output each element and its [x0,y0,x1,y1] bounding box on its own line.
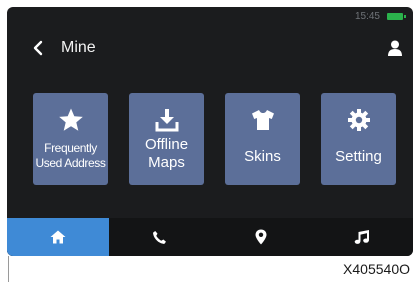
tile-label: Frequently Used Address [36,141,106,171]
music-note-icon [354,230,370,244]
download-icon [155,107,179,133]
chevron-left-icon [33,40,43,56]
page-header: Mine [27,37,96,59]
tshirt-icon [251,107,275,133]
tile-label: Skins [244,148,281,165]
frame-divider [8,256,9,282]
page-title: Mine [61,39,96,56]
home-icon [50,230,66,244]
tile-label-line1: Frequently [44,141,97,155]
gear-icon [347,107,371,133]
nav-phone[interactable] [109,218,211,256]
menu-tiles: Frequently Used Address Offline Maps Ski… [33,93,396,185]
skins-tile[interactable]: Skins [225,93,300,185]
frequently-used-address-tile[interactable]: Frequently Used Address [33,93,108,185]
tile-label: Offline Maps [145,136,188,172]
offline-maps-tile[interactable]: Offline Maps [129,93,204,185]
user-button[interactable] [386,39,404,57]
star-icon [58,107,84,133]
back-button[interactable] [27,37,49,59]
phone-icon [152,230,166,244]
figure-code: X405540O [343,261,410,277]
clock: 15:45 [354,11,380,22]
battery-icon [387,13,406,20]
tile-label-line2: Maps [148,154,185,171]
infotainment-screen: 15:45 Mine Frequently Used Address Offli… [7,7,413,256]
map-pin-icon [255,229,267,245]
nav-music[interactable] [312,218,414,256]
tile-label-line2: Used Address [35,156,106,170]
tile-label-line1: Offline [144,136,189,153]
nav-home[interactable] [7,218,109,256]
tile-label: Setting [335,148,382,165]
setting-tile[interactable]: Setting [321,93,396,185]
nav-navigation[interactable] [210,218,312,256]
status-bar: 15:45 [354,11,406,22]
user-icon [388,40,402,56]
bottom-nav [7,218,413,256]
